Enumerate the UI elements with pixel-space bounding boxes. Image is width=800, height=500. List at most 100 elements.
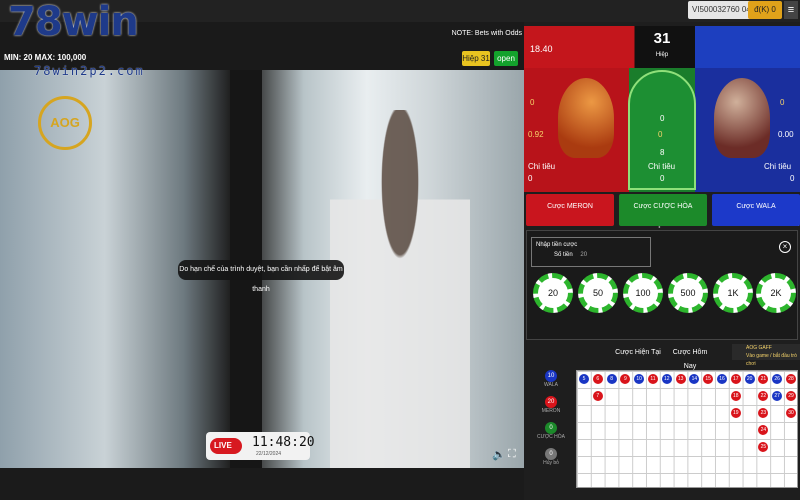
stake-amount: 20 <box>580 252 588 258</box>
roadmap-ball: 9 <box>620 374 631 384</box>
hoa-chi-tieu: 0 <box>660 174 665 183</box>
roadmap-ball: 29 <box>786 391 796 401</box>
min-max: MIN: 20 MAX: 100,000 <box>4 53 87 62</box>
roadmap-ball: 19 <box>730 408 741 418</box>
round-tag: Hiệp 31 <box>462 51 490 66</box>
roadmap-grid: 5 6 7 8 9 10 11 12 13 14 15 16 17 18 19 20 21 22 23 24 25 26 2… <box>576 370 798 488</box>
fullscreen-icon[interactable]: ⛶ <box>508 448 516 461</box>
round-number: 31 <box>653 30 671 47</box>
aog-gaff-sub: Vào game / bắt đầu trò chơi <box>746 353 797 367</box>
bet-meron-button[interactable]: Cược MERON <box>526 194 614 226</box>
stat-3: 0 Hủy bỏ <box>536 448 566 466</box>
stat-value: 20 <box>545 396 557 408</box>
stat-value: 10 <box>545 370 557 382</box>
aog-gaff-title: AOG GAFF <box>746 345 772 351</box>
brand-logo[interactable]: 78win <box>8 2 139 42</box>
live-video[interactable]: AOG Do hạn chế của trình duyệt, bạn cần … <box>0 70 524 468</box>
roadmap-ball: 17 <box>730 374 741 384</box>
hoa-bet: 0 <box>658 130 663 139</box>
brand-domain: 78win2p2.com <box>34 64 145 78</box>
wala-chi-tieu-label: Chi tiêu <box>764 162 792 171</box>
roadmap-ball: 23 <box>758 408 769 418</box>
roadmap-ball: 25 <box>758 442 769 452</box>
video-panel: AOG Do hạn chế của trình duyệt, bạn cần … <box>0 22 524 468</box>
aog-gaff[interactable]: AOG GAFF Vào game / bắt đầu trò chơi <box>732 344 800 367</box>
odds-note: NOTE: Bets with Odds <box>451 30 522 37</box>
result-stats: 10 WALA 20 MERON 0 CƯỢC HÒA 0 Hủy bỏ <box>530 370 570 490</box>
roadmap-ball: 20 <box>744 374 755 384</box>
wala-odds: 0.00 <box>778 130 794 139</box>
sound-toast[interactable]: Do hạn chế của trình duyệt, bạn cần nhấp… <box>178 260 344 293</box>
roadmap-ball: 21 <box>758 374 769 384</box>
stat-2: 0 CƯỢC HÒA <box>536 422 566 440</box>
live-clock: LIVE 11:48:20 22/12/2024 <box>206 432 315 460</box>
score-bar: 18.40 31 Hiệp <box>524 26 800 68</box>
roadmap-ball: 27 <box>772 391 783 401</box>
arena: 0 0.92 Chi tiêu 0 MERON 0 0 8 Chi tiêu 0… <box>524 68 800 229</box>
meron-chi-tieu-label: Chi tiêu <box>528 162 556 171</box>
roadmap-ball: 6 <box>592 374 603 384</box>
meron-chi-tieu: 0 <box>528 174 533 183</box>
roadmap-ball: 30 <box>786 408 796 418</box>
roadmap-ball: 11 <box>648 374 658 384</box>
tab-today-bets[interactable]: Cược Hôm Nay <box>666 346 714 370</box>
roadmap-ball: 28 <box>786 374 796 384</box>
stat-0: 10 WALA <box>536 370 566 388</box>
bet-wala-button[interactable]: Cược WALA <box>712 194 800 226</box>
wala-rooster <box>714 78 770 158</box>
roadmap-ball: 26 <box>772 374 783 384</box>
roadmap-ball: 8 <box>606 374 617 384</box>
round-label: Hiệp <box>655 52 669 58</box>
close-icon[interactable]: × <box>779 241 791 253</box>
roadmap-ball: 16 <box>717 374 727 384</box>
hoa-odds: 8 <box>660 148 665 157</box>
hoa-top: 0 <box>660 114 665 123</box>
user-id: VI500032760 04 <box>688 1 755 19</box>
bet-hoa-button[interactable]: Cược CƯỢC HÒA <box>619 194 707 226</box>
betting-panel: 18.40 31 Hiệp 0 0.92 Chi tiêu 0 MERON 0 … <box>524 22 800 500</box>
volume-icon[interactable]: 🔈 <box>492 448 506 461</box>
stake-input[interactable]: Nhập tiền cược Số tiền 20 <box>531 237 651 267</box>
roadmap-ball: 15 <box>703 374 714 384</box>
roadmap-ball: 7 <box>592 391 603 401</box>
chip-50[interactable]: 50 <box>578 273 618 313</box>
stat-label: WALA <box>544 382 558 388</box>
live-time: 11:48:20 <box>252 435 315 450</box>
meron-odds: 0.92 <box>528 130 544 139</box>
chip-100[interactable]: 100 <box>623 273 663 313</box>
chip-20[interactable]: 20 <box>533 273 573 313</box>
balance[interactable]: đ(K) 0 <box>748 1 782 19</box>
wala-bet: 0 <box>780 98 785 107</box>
stat-1: 20 MERON <box>536 396 566 414</box>
roadmap-ball: 5 <box>579 374 589 384</box>
status-open: open <box>494 51 518 66</box>
roadmap-ball: 24 <box>758 425 769 435</box>
roadmap-ball: 22 <box>758 391 769 401</box>
stake-panel: Nhập tiền cược Số tiền 20 × 20 50 100 50… <box>526 230 798 340</box>
hamburger-icon[interactable]: ≡ <box>784 1 798 19</box>
tab-current-bets[interactable]: Cược Hiện Tại <box>614 346 662 360</box>
live-badge: LIVE <box>210 438 242 454</box>
stake-label: Nhập tiền cược <box>536 242 578 248</box>
roadmap-ball: 13 <box>675 374 686 384</box>
video-person <box>330 110 470 468</box>
stat-value: 0 <box>545 448 557 460</box>
roadmap-ball: 10 <box>634 374 645 384</box>
stat-value: 0 <box>545 422 557 434</box>
chip-1k[interactable]: 1K <box>713 273 753 313</box>
live-date: 22/12/2024 <box>256 451 282 457</box>
stake-amount-label: Số tiền <box>554 252 573 258</box>
stat-label: CƯỢC HÒA <box>536 434 565 440</box>
roadmap-ball: 14 <box>689 374 700 384</box>
hoa-chi-tieu-label: Chi tiêu <box>648 162 676 171</box>
wala-chi-tieu: 0 <box>790 174 795 183</box>
chip-500[interactable]: 500 <box>668 273 708 313</box>
meron-rooster <box>558 78 614 158</box>
aog-watermark: AOG <box>38 96 92 150</box>
stat-label: MERON <box>541 408 561 414</box>
stat-label: Hủy bỏ <box>543 460 559 466</box>
meron-bet: 0 <box>530 98 535 107</box>
chip-2k[interactable]: 2K <box>756 273 796 313</box>
roadmap-ball: 18 <box>730 391 741 401</box>
bet-buttons: Cược MERON Cược CƯỢC HÒA Cược WALA <box>526 194 800 226</box>
